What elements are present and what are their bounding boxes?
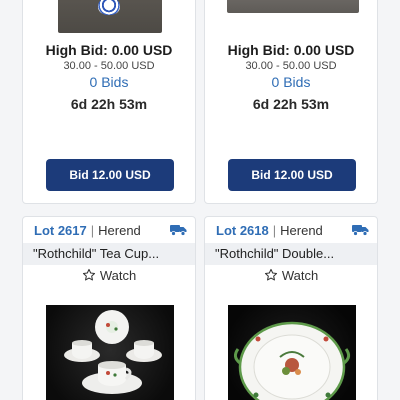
- lot-card-2617[interactable]: Lot 2617 | Herend "Rothchild" Tea Cup...…: [22, 216, 196, 400]
- lot-photo[interactable]: [228, 305, 356, 400]
- star-outline-icon: [264, 268, 277, 281]
- lot-card-top-right[interactable]: High Bid: 0.00 USD 30.00 - 50.00 USD 0 B…: [204, 0, 378, 204]
- lot-number-link[interactable]: Lot 2617: [34, 223, 87, 238]
- watch-label: Watch: [99, 267, 137, 283]
- serving-dish-image: [233, 321, 351, 400]
- porcelain-item-image: [98, 0, 120, 15]
- lot-card-top-left[interactable]: High Bid: 0.00 USD 30.00 - 50.00 USD 0 B…: [22, 0, 196, 204]
- lot-header: Lot 2618 | Herend: [205, 217, 377, 243]
- lot-thumbnail[interactable]: [58, 0, 162, 33]
- lot-photo[interactable]: [46, 305, 174, 400]
- high-bid-label: High Bid: 0.00 USD: [45, 42, 173, 58]
- lot-number-link[interactable]: Lot 2618: [216, 223, 269, 238]
- separator: |: [90, 222, 95, 238]
- estimate-range: 30.00 - 50.00 USD: [63, 60, 155, 72]
- truck-icon: [352, 225, 369, 236]
- bid-button[interactable]: Bid 12.00 USD: [46, 159, 174, 191]
- brand-name: Herend: [280, 222, 323, 238]
- lot-title-link[interactable]: "Rothchild" Tea Cup...: [23, 243, 195, 265]
- time-remaining: 6d 22h 53m: [252, 96, 330, 112]
- star-outline-icon: [82, 268, 95, 281]
- time-remaining: 6d 22h 53m: [70, 96, 148, 112]
- high-bid-label: High Bid: 0.00 USD: [227, 42, 355, 58]
- estimate-range: 30.00 - 50.00 USD: [245, 60, 337, 72]
- tea-set-image: [64, 310, 162, 394]
- brand-name: Herend: [98, 222, 141, 238]
- watch-label: Watch: [281, 267, 319, 283]
- bid-button[interactable]: Bid 12.00 USD: [228, 159, 356, 191]
- bids-count-link[interactable]: 0 Bids: [23, 74, 195, 90]
- watch-toggle[interactable]: Watch: [23, 265, 195, 285]
- separator: |: [272, 222, 277, 238]
- lot-title-link[interactable]: "Rothchild" Double...: [205, 243, 377, 265]
- watch-toggle[interactable]: Watch: [205, 265, 377, 285]
- lot-thumbnail[interactable]: [227, 0, 359, 13]
- lot-header: Lot 2617 | Herend: [23, 217, 195, 243]
- bids-count-link[interactable]: 0 Bids: [205, 74, 377, 90]
- truck-icon: [170, 225, 187, 236]
- lot-card-2618[interactable]: Lot 2618 | Herend "Rothchild" Double... …: [204, 216, 378, 400]
